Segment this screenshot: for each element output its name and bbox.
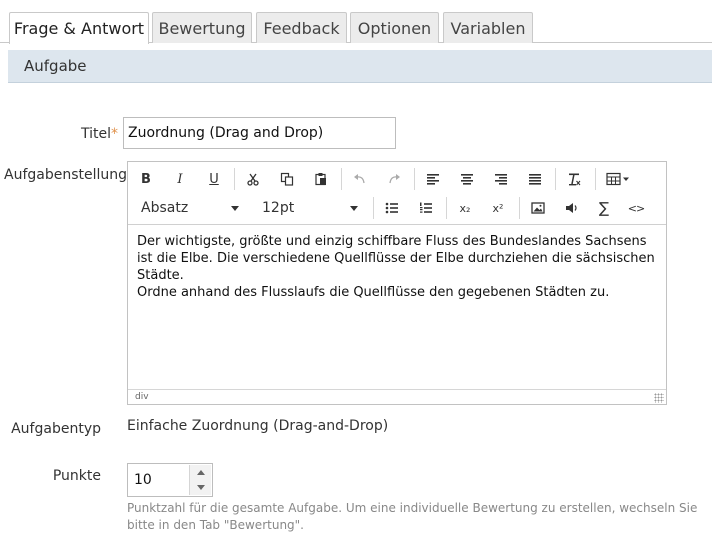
bullet-list-icon[interactable]: [379, 196, 405, 220]
editor-toolbar: B I U Absatz 12pt x₂ x² ∑ <>: [128, 162, 666, 225]
editor-statusbar: div: [128, 389, 666, 404]
subscript-button[interactable]: x₂: [452, 196, 478, 220]
align-center-icon[interactable]: [454, 167, 480, 191]
chevron-down-icon: [196, 485, 205, 490]
image-icon[interactable]: [525, 196, 551, 220]
task-label: Aufgabenstellung: [4, 167, 128, 183]
undo-icon[interactable]: [347, 167, 373, 191]
format-select[interactable]: Absatz: [139, 196, 241, 220]
superscript-button[interactable]: x²: [485, 196, 511, 220]
tab-variablen[interactable]: Variablen: [443, 12, 533, 43]
title-label-text: Titel: [80, 126, 111, 142]
chevron-down-icon: [231, 205, 239, 211]
chevron-down-icon: [350, 205, 358, 211]
content-paragraph: Der wichtigste, größte und einzig schiff…: [137, 234, 655, 283]
redo-icon[interactable]: [381, 167, 407, 191]
toolbar-separator: [555, 168, 556, 190]
tab-feedback[interactable]: Feedback: [256, 12, 347, 43]
cut-icon[interactable]: [240, 167, 266, 191]
rich-text-editor: B I U Absatz 12pt x₂ x² ∑ <> Der wichtig…: [127, 161, 667, 405]
clear-format-icon[interactable]: [561, 167, 587, 191]
increment-button[interactable]: [189, 465, 211, 480]
align-justify-icon[interactable]: [522, 167, 548, 191]
title-input[interactable]: [123, 117, 396, 149]
numbered-list-icon[interactable]: [413, 196, 439, 220]
points-input[interactable]: [128, 464, 190, 496]
element-path[interactable]: div: [135, 392, 149, 402]
decrement-button[interactable]: [189, 480, 211, 495]
align-right-icon[interactable]: [488, 167, 514, 191]
content-paragraph: Ordne anhand des Flusslaufs die Quellflü…: [137, 285, 610, 300]
section-header: Aufgabe: [8, 50, 712, 83]
toolbar-separator: [595, 168, 596, 190]
points-stepper[interactable]: [127, 463, 213, 497]
tab-frage-antwort[interactable]: Frage & Antwort: [9, 12, 149, 44]
paste-icon[interactable]: [308, 167, 334, 191]
source-code-button[interactable]: <>: [623, 196, 649, 220]
toolbar-separator: [519, 197, 520, 219]
required-marker: *: [111, 126, 118, 142]
tab-bar: Frage & Antwort Bewertung Feedback Optio…: [0, 0, 712, 44]
bold-button[interactable]: B: [133, 167, 159, 191]
align-left-icon[interactable]: [420, 167, 446, 191]
chevron-up-icon: [196, 470, 205, 475]
italic-button[interactable]: I: [167, 167, 193, 191]
toolbar-separator: [234, 168, 235, 190]
toolbar-separator: [373, 197, 374, 219]
fontsize-select[interactable]: 12pt: [260, 196, 360, 220]
toolbar-separator: [414, 168, 415, 190]
resize-handle-icon[interactable]: [654, 393, 664, 403]
editor-content[interactable]: Der wichtigste, größte und einzig schiff…: [137, 233, 657, 301]
section-title: Aufgabe: [24, 57, 87, 75]
title-label: Titel*: [60, 126, 118, 142]
table-icon[interactable]: [602, 167, 638, 191]
fontsize-select-value: 12pt: [262, 200, 295, 216]
points-label: Punkte: [52, 468, 101, 484]
points-hint: Punktzahl für die gesamte Aufgabe. Um ei…: [127, 501, 698, 532]
toolbar-separator: [446, 197, 447, 219]
copy-icon[interactable]: [274, 167, 300, 191]
math-sum-button[interactable]: ∑: [591, 196, 617, 220]
type-value: Einfache Zuordnung (Drag-and-Drop): [127, 418, 389, 434]
media-icon[interactable]: [559, 196, 585, 220]
type-label: Aufgabentyp: [11, 421, 101, 437]
underline-button[interactable]: U: [201, 167, 227, 191]
toolbar-separator: [341, 168, 342, 190]
format-select-value: Absatz: [141, 200, 189, 216]
tab-bewertung[interactable]: Bewertung: [152, 12, 252, 43]
tab-optionen[interactable]: Optionen: [350, 12, 439, 43]
